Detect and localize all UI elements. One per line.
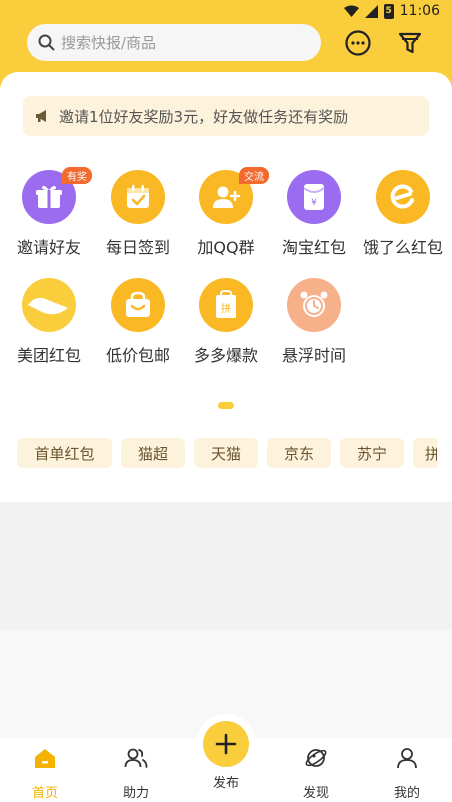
- search-placeholder: 搜索快报/商品: [61, 34, 157, 52]
- tab-label: 助力: [122, 786, 149, 801]
- megaphone-icon: [36, 110, 46, 122]
- chip-first-order[interactable]: 首单红包: [17, 438, 112, 468]
- page-indicator: [218, 402, 234, 409]
- badge-chat: 交流: [239, 167, 269, 184]
- search-bar[interactable]: 搜索快报/商品: [27, 24, 321, 61]
- message-button[interactable]: [343, 28, 373, 58]
- main-card: 邀请1位好友奖励3元，好友做任务还有奖励 有奖 邀请好友 每日签到 交流 加QQ…: [0, 72, 452, 502]
- grid-item-pinduoduo[interactable]: 拼 多多爆款: [181, 278, 271, 366]
- status-time: 11:06: [399, 3, 440, 19]
- tab-discover[interactable]: 发现: [276, 738, 356, 802]
- tab-label: 发现: [302, 786, 329, 801]
- shopping-bag-icon: [111, 278, 165, 332]
- tab-label-publish: 发布: [212, 776, 239, 791]
- tab-home[interactable]: 首页: [5, 738, 85, 802]
- grid-item-taobao[interactable]: ¥ 淘宝红包: [269, 170, 359, 258]
- signal-icon: [364, 4, 378, 18]
- svg-text:拼: 拼: [221, 302, 231, 315]
- grid-label: 低价包邮: [105, 346, 170, 365]
- calendar-check-icon: [111, 170, 165, 224]
- search-icon: [38, 34, 55, 51]
- profile-icon: [397, 748, 417, 769]
- grid-label: 饿了么红包: [362, 238, 443, 257]
- grid-item-checkin[interactable]: 每日签到: [93, 170, 183, 258]
- grid-label: 美团红包: [16, 346, 81, 365]
- alarm-clock-icon: [287, 278, 341, 332]
- eleme-icon: [376, 170, 430, 224]
- plus-icon: [203, 721, 249, 767]
- add-user-icon: 交流: [199, 167, 269, 224]
- grid-item-eleme[interactable]: 饿了么红包: [358, 170, 448, 258]
- publish-button[interactable]: [196, 714, 256, 774]
- home-icon: [35, 749, 55, 768]
- filter-icon: [398, 32, 422, 54]
- badge-reward: 有奖: [62, 167, 92, 184]
- grid-label: 每日签到: [105, 238, 170, 257]
- notice-text: 邀请1位好友奖励3元，好友做任务还有奖励: [59, 107, 349, 126]
- chip-tmall[interactable]: 天猫: [194, 438, 258, 468]
- chip-suning[interactable]: 苏宁: [340, 438, 404, 468]
- status-bar: 5 11:06: [0, 0, 452, 24]
- chip-pinduoduo[interactable]: 拼: [413, 438, 437, 468]
- pinduoduo-icon: 拼: [199, 278, 253, 332]
- battery-icon: 5: [383, 3, 394, 19]
- tab-label: 我的: [393, 786, 420, 801]
- users-icon: [124, 748, 148, 768]
- chat-bubble-icon: [345, 30, 371, 56]
- category-chips: 首单红包 猫超 天猫 京东 苏宁 拼: [17, 438, 437, 468]
- tab-mine[interactable]: 我的: [367, 738, 447, 802]
- grid-label: 邀请好友: [16, 238, 81, 257]
- tab-assist[interactable]: 助力: [96, 738, 176, 802]
- tab-label: 首页: [31, 786, 58, 801]
- meituan-icon: [22, 278, 76, 332]
- grid-label: 加QQ群: [197, 238, 255, 257]
- grid-item-meituan[interactable]: 美团红包: [4, 278, 94, 366]
- grid-label: 悬浮时间: [281, 346, 346, 365]
- red-envelope-icon: ¥: [287, 170, 341, 224]
- planet-icon: [305, 749, 327, 767]
- grid-item-float-time[interactable]: 悬浮时间: [269, 278, 359, 366]
- gift-icon: 有奖: [22, 167, 92, 224]
- content-area: [0, 502, 452, 630]
- wifi-icon: [343, 5, 359, 17]
- svg-text:¥: ¥: [311, 198, 317, 208]
- grid-label: 淘宝红包: [281, 238, 346, 257]
- chip-tmall-super[interactable]: 猫超: [121, 438, 185, 468]
- grid-item-low-price[interactable]: 低价包邮: [93, 278, 183, 366]
- grid-item-qq-group[interactable]: 交流 加QQ群: [181, 167, 271, 258]
- filter-button[interactable]: [395, 28, 425, 58]
- grid-label: 多多爆款: [193, 346, 258, 365]
- invite-notice[interactable]: 邀请1位好友奖励3元，好友做任务还有奖励: [23, 96, 429, 136]
- chip-jd[interactable]: 京东: [267, 438, 331, 468]
- grid-item-invite[interactable]: 有奖 邀请好友: [4, 167, 94, 258]
